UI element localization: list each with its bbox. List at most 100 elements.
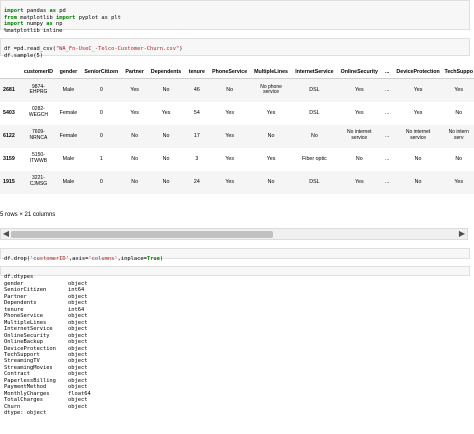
table-cell: Male xyxy=(62,179,75,185)
table-cell: Yes xyxy=(354,110,364,116)
column-header: gender xyxy=(56,66,81,79)
column-header: SeniorCitizen xyxy=(80,66,122,79)
code-cell-drop[interactable]: df.drop('customerID',axis='columns',inpl… xyxy=(0,248,470,263)
table-cell: ... xyxy=(384,133,390,139)
table-cell: 17 xyxy=(193,133,200,139)
table-cell: ... xyxy=(384,156,390,162)
column-header: TechSuppo xyxy=(443,66,474,79)
table-cell: No xyxy=(414,156,422,162)
table-cell: Yes xyxy=(413,110,423,116)
column-header: DeviceProtection xyxy=(392,66,444,79)
dtype-value: object xyxy=(68,403,88,410)
table-cell: Yes xyxy=(454,87,464,94)
table-cell: Yes xyxy=(225,179,234,185)
row-index: 3159 xyxy=(3,156,15,162)
table-cell: 9874- EHPRG xyxy=(29,83,48,96)
dataframe-output: customerID gender SeniorCitizen Partner … xyxy=(0,66,474,206)
table-cell: No xyxy=(455,110,463,116)
table-cell: No xyxy=(267,133,275,139)
horizontal-scrollbar[interactable]: ◀ ▶ xyxy=(0,228,468,240)
table-cell: No xyxy=(311,133,318,139)
table-cell: Yes xyxy=(266,156,276,162)
table-cell: Yes xyxy=(225,110,234,116)
table-cell: ... xyxy=(384,110,390,116)
table-cell: No xyxy=(226,87,234,94)
column-header: PhoneService xyxy=(209,66,251,79)
code-cell-dtypes[interactable]: df.dtypes xyxy=(0,266,470,280)
table-cell: No xyxy=(414,179,422,185)
table-cell: Yes xyxy=(266,110,276,116)
dtypes-output: gender object SeniorCitizen int64 Partner obj… xyxy=(4,281,108,417)
table-cell: Yes xyxy=(130,110,139,116)
table-row: 2681 9874- EHPRG Male 0 Yes No 46 No No phone se… xyxy=(0,78,474,102)
table-cell: 7609- NRNCA xyxy=(29,129,48,141)
table-cell: No intern serv xyxy=(448,129,469,141)
table-cell: No xyxy=(455,156,463,162)
column-header: InternetService xyxy=(291,66,337,79)
code-cell-read-csv[interactable]: df =pd.read_csv("WA_Fn-UseC_-Telco-Custo… xyxy=(0,38,470,59)
table-cell: Yes xyxy=(225,156,234,162)
table-row: 5403 0282- WEGCH Female 0 Yes Yes 54 Yes Yes DSL Y… xyxy=(0,102,474,125)
table-cell: No xyxy=(162,179,170,185)
table-cell: 3 xyxy=(195,156,199,162)
table-cell: No xyxy=(162,156,170,162)
table-cell: Yes xyxy=(225,133,234,139)
table-cell: No xyxy=(162,133,170,139)
table-cell: Yes xyxy=(454,179,464,185)
table-cell: No xyxy=(355,156,363,162)
table-cell: Yes xyxy=(354,179,364,185)
table-cell: Female xyxy=(59,110,78,116)
table-row: 3159 5150- ITWWB Male 1 No No 3 Yes Yes Fiber opt… xyxy=(0,148,474,171)
table-cell: 0 xyxy=(99,133,103,139)
table-cell: Male xyxy=(62,87,75,94)
table-cell: Yes xyxy=(413,87,423,94)
table-row: 1915 3221- CJMSG Male 0 No No 24 Yes No DSL Yes...… xyxy=(0,170,474,194)
table-cell: 46 xyxy=(193,87,200,94)
table-cell: No xyxy=(267,179,275,185)
code-line: df.dtypes xyxy=(4,274,34,281)
table-cell: DSL xyxy=(309,110,320,116)
table-cell: 3221- CJMSG xyxy=(29,175,48,187)
code-line: df.sample(5) xyxy=(4,52,43,59)
table-cell: No internet service xyxy=(347,129,372,141)
row-index: 5403 xyxy=(3,110,15,116)
table-cell: 0 xyxy=(99,87,103,94)
row-index: 2681 xyxy=(3,87,15,94)
table-cell: 54 xyxy=(193,110,200,116)
table-cell: 24 xyxy=(193,179,200,185)
table-cell: Yes xyxy=(161,110,171,116)
table-cell: Male xyxy=(62,156,75,162)
table-cell: ... xyxy=(384,87,390,94)
column-header xyxy=(0,66,21,79)
table-cell: DSL xyxy=(309,87,320,94)
table-header-row: customerID gender SeniorCitizen Partner … xyxy=(0,66,474,79)
code-cell-imports[interactable]: import pandas as pd from matplotlib impor… xyxy=(0,0,470,34)
table-cell: 0 xyxy=(99,110,103,116)
table-cell: ... xyxy=(384,179,390,185)
scrollbar-thumb[interactable] xyxy=(11,231,273,238)
dataframe-table: customerID gender SeniorCitizen Partner … xyxy=(0,66,474,194)
table-cell: No internet service xyxy=(405,129,431,141)
code-line: %matplotlib inline xyxy=(4,27,63,34)
column-header: Partner xyxy=(121,66,148,79)
chevron-left-icon[interactable]: ◀ xyxy=(1,229,11,239)
table-cell: 1 xyxy=(99,156,103,162)
chevron-right-icon[interactable]: ▶ xyxy=(457,229,467,239)
rows-columns-summary: 5 rows × 21 columns xyxy=(0,212,56,218)
table-cell: No xyxy=(131,179,139,185)
column-header: Dependents xyxy=(147,66,185,79)
table-cell: 5150- ITWWB xyxy=(29,152,48,164)
table-cell: No xyxy=(131,156,139,162)
table-cell: Yes xyxy=(354,87,364,94)
column-header: customerID xyxy=(20,66,56,79)
code-line: df.drop('customerID',axis='columns',inpl… xyxy=(4,256,164,263)
table-cell: No phone service xyxy=(260,83,282,96)
table-cell: 0282- WEGCH xyxy=(28,106,49,118)
row-index: 6122 xyxy=(3,133,15,139)
table-cell: Female xyxy=(59,133,78,139)
table-cell: 0 xyxy=(99,179,103,185)
column-header: MultipleLines xyxy=(250,66,292,79)
column-header: tenure xyxy=(184,66,210,79)
table-cell: Yes xyxy=(130,87,139,94)
table-cell: No xyxy=(162,87,170,94)
